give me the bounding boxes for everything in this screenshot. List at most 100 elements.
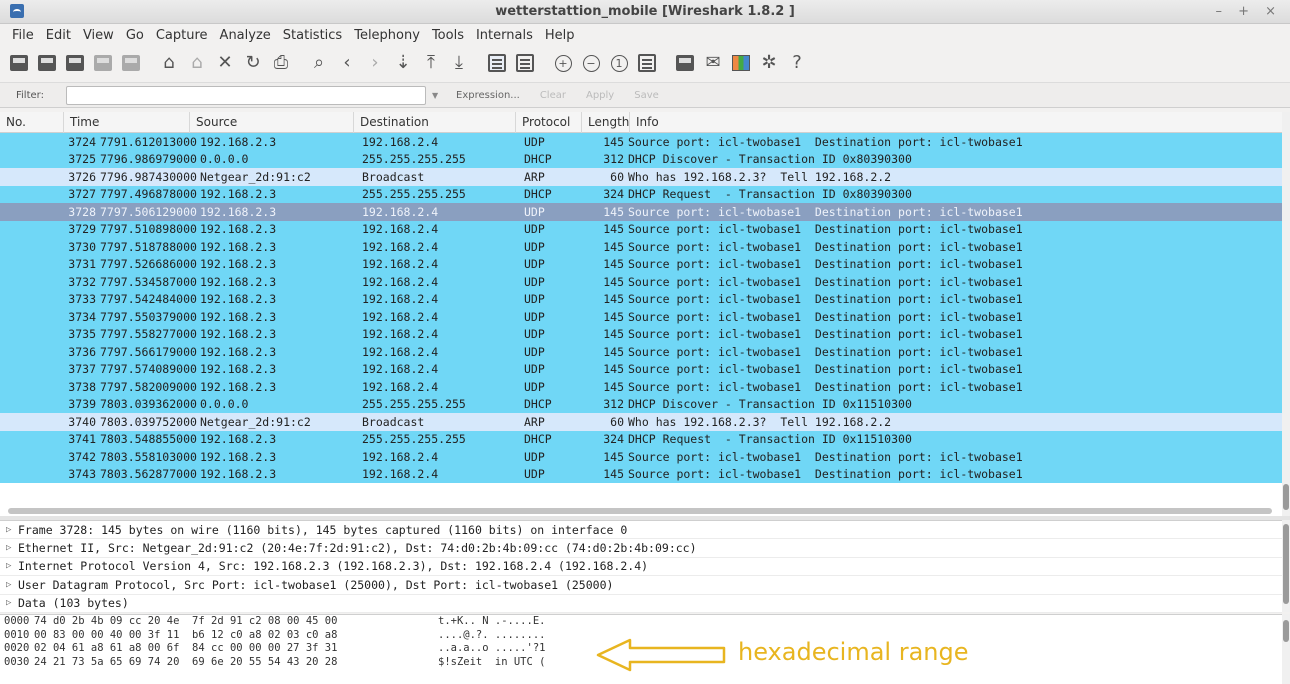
- packet-row[interactable]: 3743 7803.562877000 192.168.2.3 192.168.2.4…: [0, 465, 1282, 483]
- go-last-icon[interactable]: ⤓: [448, 52, 470, 74]
- packet-row[interactable]: 3741 7803.548855000 192.168.2.3 255.255.255…: [0, 430, 1282, 448]
- filter-dropdown-icon[interactable]: ▼: [432, 91, 446, 100]
- details-scroll-thumb[interactable]: [1283, 524, 1289, 604]
- menu-help[interactable]: Help: [539, 28, 581, 43]
- packet-row[interactable]: 3727 7797.496878000 192.168.2.3 255.255.255…: [0, 185, 1282, 203]
- packet-row[interactable]: 3734 7797.550379000 192.168.2.3 192.168.2.4…: [0, 308, 1282, 326]
- packet-row[interactable]: 3736 7797.566179000 192.168.2.3 192.168.2.4…: [0, 343, 1282, 361]
- packet-list-scrollbar[interactable]: [1282, 112, 1290, 516]
- preferences-icon[interactable]: ✲: [758, 52, 780, 74]
- packet-row[interactable]: 3731 7797.526686000 192.168.2.3 192.168.2.4…: [0, 255, 1282, 273]
- detail-ip[interactable]: ▷ Internet Protocol Version 4, Src: 192.1…: [0, 558, 1282, 577]
- menu-telephony[interactable]: Telephony: [348, 28, 426, 43]
- go-first-icon[interactable]: ⤒: [420, 52, 442, 74]
- packet-row[interactable]: 3728 7797.506129000 192.168.2.3 192.168.2.4…: [0, 203, 1282, 221]
- hex-bytes[interactable]: 74 d0 2b 4b 09 cc 20 4e 7f 2d 91 c2 08 0…: [34, 615, 438, 629]
- window-controls[interactable]: – + ×: [1215, 4, 1282, 19]
- packet-row[interactable]: 3732 7797.534587000 192.168.2.3 192.168.2.4…: [0, 273, 1282, 291]
- details-scrollbar[interactable]: [1282, 520, 1290, 612]
- hex-ascii[interactable]: t.+K.. N .-....E.: [438, 615, 578, 629]
- expand-icon[interactable]: ▷: [6, 525, 18, 535]
- packet-row[interactable]: 3738 7797.582009000 192.168.2.3 192.168.2.4…: [0, 378, 1282, 396]
- menu-tools[interactable]: Tools: [426, 28, 470, 43]
- capture-options-icon[interactable]: [36, 52, 58, 74]
- menu-go[interactable]: Go: [120, 28, 150, 43]
- column-header-time[interactable]: Time: [64, 112, 190, 133]
- print-icon[interactable]: ⎙: [270, 52, 292, 74]
- restart-capture-icon[interactable]: [120, 52, 142, 74]
- packet-row[interactable]: 3730 7797.518788000 192.168.2.3 192.168.2.4…: [0, 238, 1282, 256]
- close-file-icon[interactable]: ✕: [214, 52, 236, 74]
- expand-icon[interactable]: ▷: [6, 598, 18, 608]
- go-forward-icon[interactable]: ›: [364, 52, 386, 74]
- menu-internals[interactable]: Internals: [470, 28, 539, 43]
- expression-button[interactable]: Expression...: [456, 90, 520, 101]
- hex-bytes[interactable]: 00 83 00 00 40 00 3f 11 b6 12 c0 a8 02 0…: [34, 629, 438, 643]
- packet-list-hscrollbar[interactable]: [8, 508, 1272, 514]
- help-icon[interactable]: ?: [786, 52, 808, 74]
- packet-row[interactable]: 3726 7796.987430000 Netgear_2d:91:c2 Broadc…: [0, 168, 1282, 186]
- column-header-source[interactable]: Source: [190, 112, 354, 133]
- column-header-destination[interactable]: Destination: [354, 112, 516, 133]
- hex-ascii[interactable]: ..a.a..o .....'?1: [438, 642, 578, 656]
- hex-scrollbar[interactable]: [1282, 614, 1290, 684]
- menu-file[interactable]: File: [6, 28, 40, 43]
- hex-ascii[interactable]: $!sZeit in UTC (: [438, 656, 578, 670]
- hex-bytes[interactable]: 02 04 61 a8 61 a8 00 6f 84 cc 00 00 00 2…: [34, 642, 438, 656]
- menu-capture[interactable]: Capture: [150, 28, 214, 43]
- packet-row[interactable]: 3739 7803.039362000 0.0.0.0 255.255.255.255…: [0, 395, 1282, 413]
- hex-scroll-thumb[interactable]: [1283, 620, 1289, 642]
- expand-icon[interactable]: ▷: [6, 543, 18, 553]
- detail-frame[interactable]: ▷ Frame 3728: 145 bytes on wire (1160 bit…: [0, 521, 1282, 540]
- packet-row[interactable]: 3725 7796.986979000 0.0.0.0 255.255.255.255…: [0, 150, 1282, 168]
- colorize-icon[interactable]: [486, 52, 508, 74]
- resize-columns-icon[interactable]: [636, 52, 658, 74]
- packet-row[interactable]: 3729 7797.510898000 192.168.2.3 192.168.2.4…: [0, 220, 1282, 238]
- zoom-in-icon[interactable]: +: [552, 52, 574, 74]
- packet-row[interactable]: 3737 7797.574089000 192.168.2.3 192.168.2.4…: [0, 360, 1282, 378]
- zoom-out-icon[interactable]: −: [580, 52, 602, 74]
- detail-udp[interactable]: ▷ User Datagram Protocol, Src Port: icl-t…: [0, 576, 1282, 595]
- packet-row[interactable]: 3742 7803.558103000 192.168.2.3 192.168.2.4…: [0, 448, 1282, 466]
- open-file-icon[interactable]: ⌂: [158, 52, 180, 74]
- expand-icon[interactable]: ▷: [6, 580, 18, 590]
- hex-bytes[interactable]: 24 21 73 5a 65 69 74 20 69 6e 20 55 54 4…: [34, 656, 438, 670]
- find-icon[interactable]: ⌕: [308, 52, 330, 74]
- packet-row[interactable]: 3740 7803.039752000 Netgear_2d:91:c2 Broadc…: [0, 413, 1282, 431]
- packet-list[interactable]: No. Time Source Destination Protocol Len…: [0, 112, 1282, 516]
- go-back-icon[interactable]: ‹: [336, 52, 358, 74]
- autoscroll-icon[interactable]: [514, 52, 536, 74]
- menu-analyze[interactable]: Analyze: [214, 28, 277, 43]
- column-header-length[interactable]: Length: [582, 112, 630, 133]
- menu-view[interactable]: View: [77, 28, 120, 43]
- clear-button[interactable]: Clear: [540, 90, 566, 101]
- expand-icon[interactable]: ▷: [6, 561, 18, 571]
- start-capture-icon[interactable]: [64, 52, 86, 74]
- packet-row[interactable]: 3735 7797.558277000 192.168.2.3 192.168.2.4…: [0, 325, 1282, 343]
- apply-button[interactable]: Apply: [586, 90, 614, 101]
- menu-edit[interactable]: Edit: [40, 28, 77, 43]
- display-filters-icon[interactable]: ✉: [702, 52, 724, 74]
- save-button[interactable]: Save: [634, 90, 659, 101]
- packet-row[interactable]: 3724 7791.612013000 192.168.2.3 192.168.2.4…: [0, 133, 1282, 151]
- packet-details[interactable]: ▷ Frame 3728: 145 bytes on wire (1160 bit…: [0, 520, 1282, 613]
- menu-statistics[interactable]: Statistics: [277, 28, 348, 43]
- column-header-protocol[interactable]: Protocol: [516, 112, 582, 133]
- capture-filters-icon[interactable]: [674, 52, 696, 74]
- save-file-icon[interactable]: ⌂: [186, 52, 208, 74]
- detail-ethernet[interactable]: ▷ Ethernet II, Src: Netgear_2d:91:c2 (20:…: [0, 539, 1282, 558]
- column-header-info[interactable]: Info: [630, 112, 1282, 133]
- packet-row[interactable]: 3733 7797.542484000 192.168.2.3 192.168.2.4…: [0, 290, 1282, 308]
- packet-list-scroll-thumb[interactable]: [1283, 484, 1289, 510]
- stop-capture-icon[interactable]: [92, 52, 114, 74]
- zoom-normal-icon[interactable]: 1: [608, 52, 630, 74]
- interface-list-icon[interactable]: [8, 52, 30, 74]
- coloring-rules-icon[interactable]: [730, 52, 752, 74]
- reload-icon[interactable]: ↻: [242, 52, 264, 74]
- detail-data[interactable]: ▷ Data (103 bytes): [0, 595, 1282, 613]
- go-to-packet-icon[interactable]: ⇣: [392, 52, 414, 74]
- column-header-no[interactable]: No.: [0, 112, 64, 133]
- filter-input[interactable]: [66, 85, 426, 105]
- hex-row[interactable]: 0000 74 d0 2b 4b 09 cc 20 4e 7f 2d 91 c2 …: [0, 615, 1282, 629]
- hex-ascii[interactable]: ....@.?. ........: [438, 629, 578, 643]
